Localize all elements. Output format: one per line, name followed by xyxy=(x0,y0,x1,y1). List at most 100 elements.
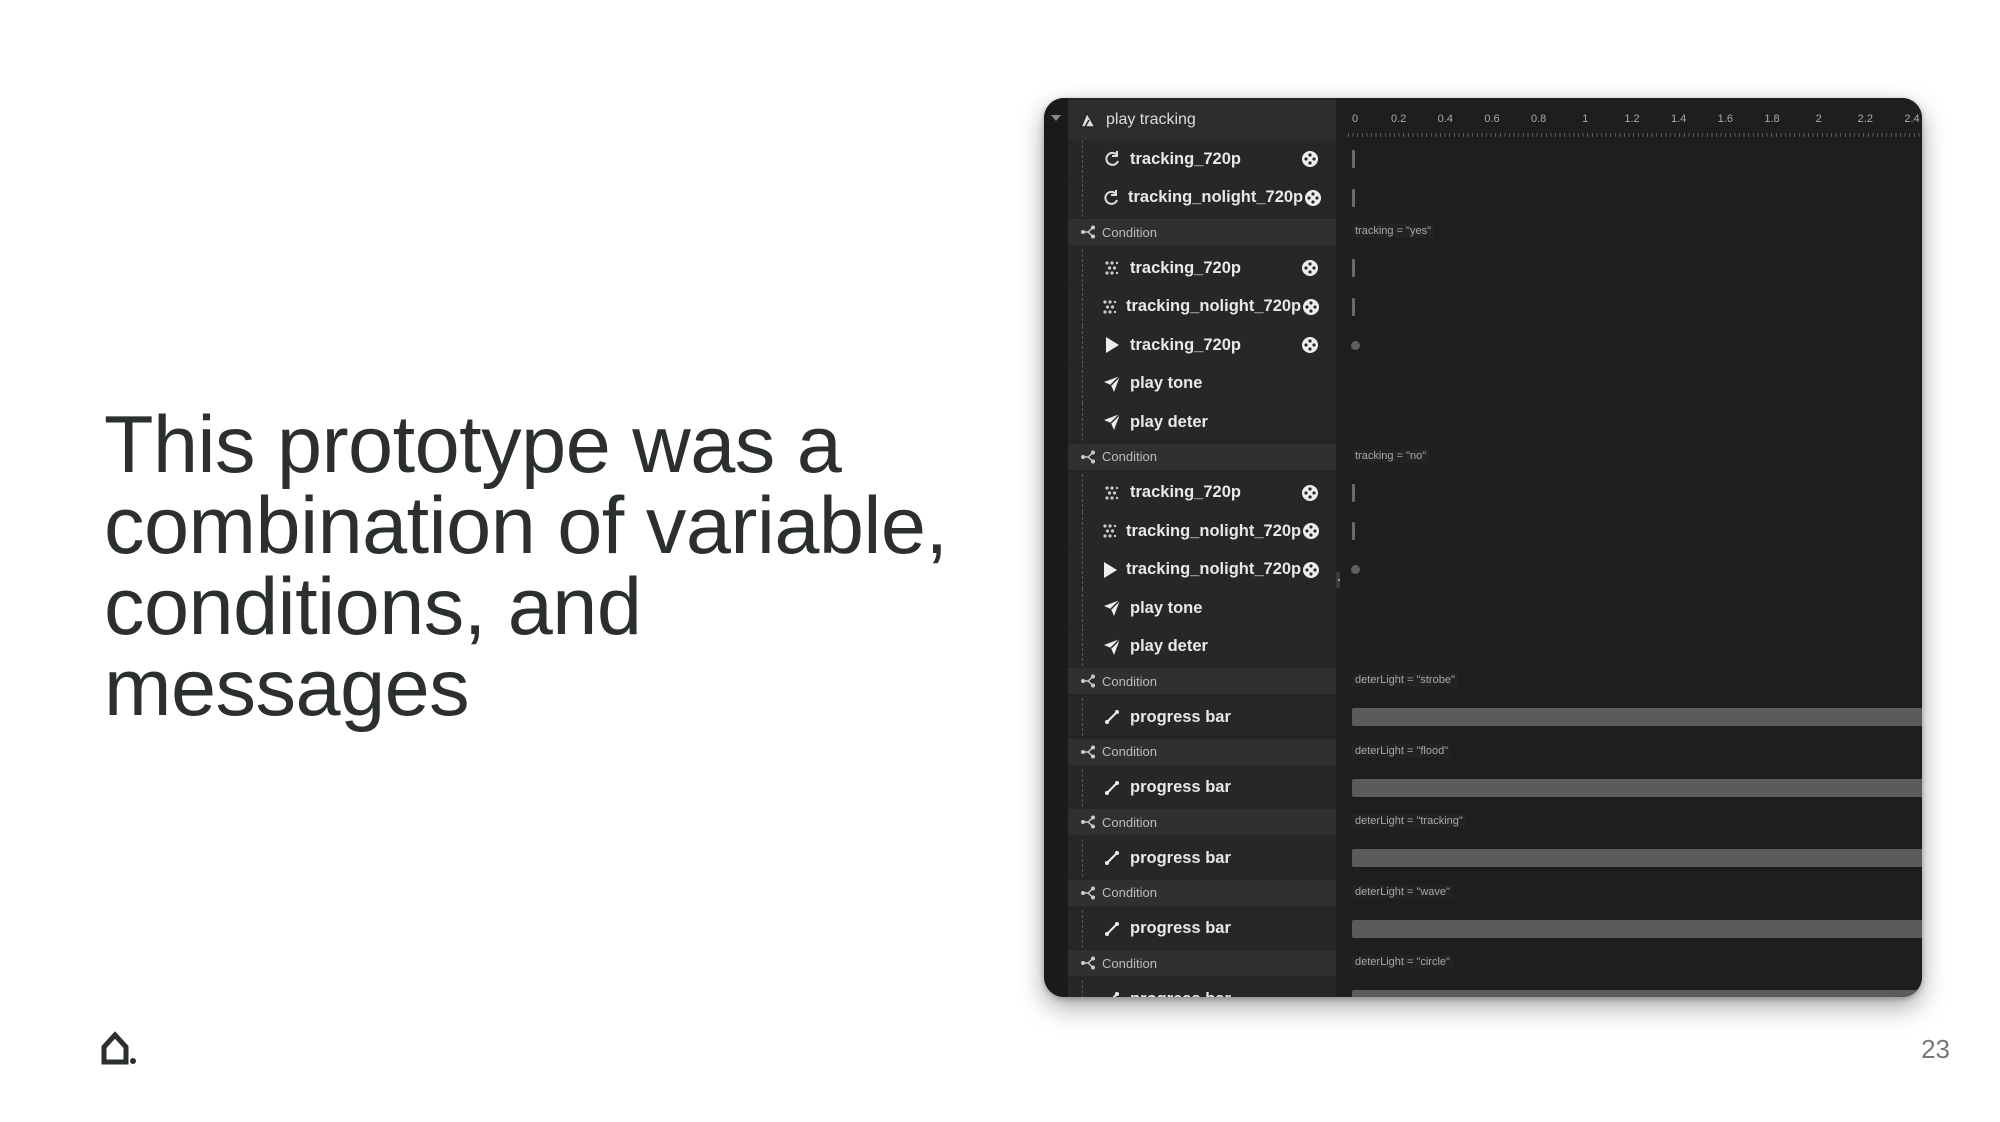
timeline-editor-panel: play tracking tracking_720p tracking_noli… xyxy=(1044,98,1922,997)
house-dot-icon xyxy=(101,1031,136,1065)
layer-row[interactable]: progress bar xyxy=(1068,980,1336,997)
visibility-toggle-icon[interactable] xyxy=(1300,483,1320,503)
progress-bar-track[interactable] xyxy=(1352,849,1922,867)
ruler-tick-label: 2.2 xyxy=(1857,113,1873,125)
tree-gutter xyxy=(1044,98,1068,997)
layer-label: tracking_nolight_720p xyxy=(1128,188,1304,206)
play-icon xyxy=(1102,560,1118,580)
condition-expression: deterLight = "circle" xyxy=(1352,955,1453,969)
layer-label: play deter xyxy=(1130,637,1208,655)
clip-marker[interactable] xyxy=(1352,150,1355,168)
tree-root-row[interactable]: play tracking xyxy=(1068,100,1336,140)
play-tracking-icon xyxy=(1078,110,1098,130)
play-icon xyxy=(1102,335,1122,355)
layer-row[interactable]: tracking_720p xyxy=(1068,249,1336,288)
visibility-toggle-icon[interactable] xyxy=(1301,297,1321,317)
collapse-caret-icon[interactable] xyxy=(1051,115,1061,121)
tree-guide-line xyxy=(1082,364,1084,403)
condition-label: Condition xyxy=(1102,814,1157,830)
condition-row[interactable]: Condition xyxy=(1068,809,1336,835)
send-icon xyxy=(1102,598,1122,618)
progress-bar-track[interactable] xyxy=(1352,990,1922,997)
send-icon xyxy=(1102,412,1122,432)
condition-label: Condition xyxy=(1102,744,1157,759)
layer-row[interactable]: tracking_nolight_720p xyxy=(1068,287,1336,327)
visibility-toggle-icon[interactable] xyxy=(1303,188,1323,208)
layer-row[interactable]: play tone xyxy=(1068,589,1336,628)
tree-guide-line xyxy=(1082,473,1084,512)
condition-row[interactable]: Condition xyxy=(1068,443,1336,470)
layer-label: tracking_nolight_720p xyxy=(1126,560,1302,578)
condition-row[interactable]: Condition xyxy=(1068,219,1336,245)
layer-row[interactable]: tracking_nolight_720p xyxy=(1068,178,1336,218)
tree-guide-line xyxy=(1082,178,1084,217)
progress-bar-track[interactable] xyxy=(1352,778,1922,797)
visibility-toggle-icon[interactable] xyxy=(1300,149,1320,169)
ruler-tick-label: 1 xyxy=(1582,113,1589,125)
condition-expression: deterLight = "flood" xyxy=(1352,743,1452,758)
layer-label: progress bar xyxy=(1130,990,1336,998)
clip-marker[interactable] xyxy=(1352,259,1355,277)
layer-row[interactable]: tracking_720p xyxy=(1068,326,1336,365)
ruler-tick-label: 1.8 xyxy=(1764,113,1780,125)
layer-label: tracking_nolight_720p xyxy=(1126,297,1302,315)
keyframe-dot[interactable] xyxy=(1351,340,1360,350)
layer-row[interactable]: play deter xyxy=(1068,627,1336,667)
dotted-grid-icon xyxy=(1102,521,1118,541)
ruler-tick-label: 1.2 xyxy=(1624,113,1640,125)
tree-guide-line xyxy=(1082,698,1084,736)
layer-tree: play tracking tracking_720p tracking_noli… xyxy=(1068,98,1351,997)
progress-bar-track[interactable] xyxy=(1352,919,1922,938)
condition-label: Condition xyxy=(1102,955,1157,971)
layer-row[interactable]: tracking_720p xyxy=(1068,140,1336,179)
layer-row[interactable]: tracking_nolight_720p xyxy=(1068,550,1336,590)
layer-row[interactable]: tracking_nolight_720p xyxy=(1068,512,1336,551)
condition-row[interactable]: Condition xyxy=(1068,950,1336,976)
ruler-tick-label: 0.6 xyxy=(1484,113,1500,125)
tree-guide-line xyxy=(1082,403,1084,441)
resize-icon xyxy=(1102,989,1122,997)
clip-marker[interactable] xyxy=(1352,522,1355,540)
condition-label: Condition xyxy=(1102,673,1157,689)
layer-row[interactable]: progress bar xyxy=(1068,839,1336,878)
condition-expression: deterLight = "wave" xyxy=(1352,884,1453,899)
dotted-grid-icon xyxy=(1102,258,1122,278)
branch-icon xyxy=(1080,883,1096,903)
condition-label: Condition xyxy=(1102,885,1157,900)
tree-guide-line xyxy=(1082,627,1084,666)
layer-row[interactable]: tracking_720p xyxy=(1068,473,1336,513)
visibility-toggle-icon[interactable] xyxy=(1301,521,1321,541)
layer-row[interactable]: progress bar xyxy=(1068,698,1336,737)
clip-marker[interactable] xyxy=(1352,297,1355,316)
layer-row[interactable]: progress bar xyxy=(1068,768,1336,808)
layer-row[interactable]: play tone xyxy=(1068,364,1336,404)
condition-expression: deterLight = "strobe" xyxy=(1352,673,1458,687)
layer-label: play tone xyxy=(1130,374,1203,392)
condition-row[interactable]: Condition xyxy=(1068,879,1336,906)
progress-bar-track[interactable] xyxy=(1352,708,1922,726)
tree-guide-line xyxy=(1082,326,1084,364)
visibility-toggle-icon[interactable] xyxy=(1301,560,1321,580)
loop-icon xyxy=(1102,149,1122,169)
clip-marker[interactable] xyxy=(1352,483,1355,502)
clip-marker[interactable] xyxy=(1352,188,1355,207)
resize-icon xyxy=(1102,778,1122,798)
visibility-toggle-icon[interactable] xyxy=(1300,335,1320,355)
send-icon xyxy=(1102,374,1122,394)
ruler-tick-label: 0.8 xyxy=(1531,113,1547,125)
visibility-toggle-icon[interactable] xyxy=(1300,258,1320,278)
ruler-tick-label: 1.6 xyxy=(1717,113,1733,125)
condition-expression: deterLight = "tracking" xyxy=(1352,814,1466,828)
condition-row[interactable]: Condition xyxy=(1068,738,1336,765)
ruler-tick-label: 2 xyxy=(1815,113,1822,125)
tree-guide-line xyxy=(1082,839,1084,877)
send-icon xyxy=(1102,637,1122,657)
layer-row[interactable]: progress bar xyxy=(1068,909,1336,949)
tree-guide-line xyxy=(1082,550,1084,589)
keyframe-dot[interactable] xyxy=(1351,565,1360,574)
layer-row[interactable]: play deter xyxy=(1068,403,1336,442)
tree-guide-line xyxy=(1082,589,1084,627)
tree-guide-line xyxy=(1082,249,1084,287)
layer-label: play deter xyxy=(1130,412,1208,431)
condition-row[interactable]: Condition xyxy=(1068,668,1336,694)
